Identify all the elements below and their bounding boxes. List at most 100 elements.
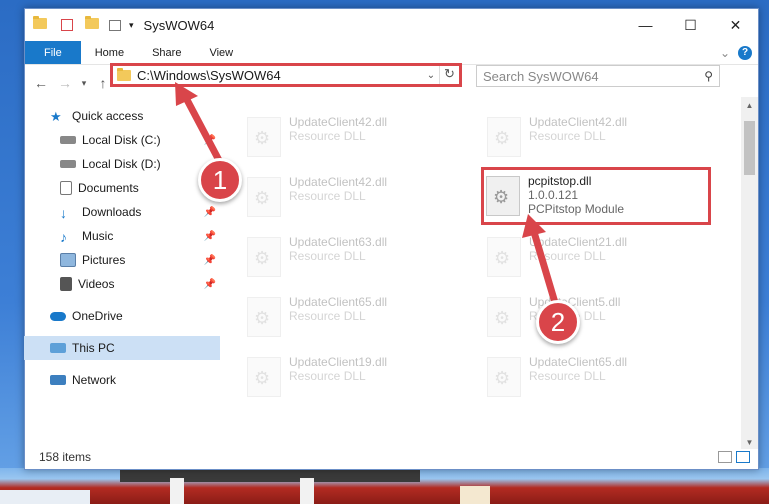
forward-icon[interactable]: →: [53, 75, 77, 91]
new-folder-icon[interactable]: [85, 16, 99, 32]
maximize-button[interactable]: ☐: [668, 9, 713, 41]
expand-ribbon-icon[interactable]: ⌄: [720, 46, 730, 60]
minimize-button[interactable]: —: [623, 9, 668, 41]
sidebar-item-label: Network: [72, 373, 117, 387]
file-tile[interactable]: UpdateClient42.dllResource DLL: [485, 111, 715, 167]
file-type: Resource DLL: [289, 369, 366, 383]
address-path[interactable]: C:\Windows\SysWOW64: [137, 68, 281, 83]
sidebar-item-quick-access[interactable]: ★ Quick access: [24, 104, 220, 128]
drive-icon: [60, 136, 76, 144]
sidebar-item-onedrive[interactable]: OneDrive: [24, 304, 220, 328]
sidebar-item-downloads[interactable]: ↓ Downloads 📌: [24, 200, 220, 224]
sidebar-item-label: Music: [82, 229, 114, 243]
pin-icon[interactable]: 📌: [204, 255, 216, 266]
dll-file-icon: [487, 117, 521, 157]
search-input[interactable]: Search SysWOW64 ⚲: [476, 65, 720, 87]
pin-icon[interactable]: 📌: [204, 207, 216, 218]
sidebar-item-label: Quick access: [72, 109, 144, 123]
sidebar-item-this-pc[interactable]: This PC: [24, 336, 220, 360]
dll-file-icon: [247, 357, 281, 397]
folder-icon: [117, 67, 131, 81]
help-icon[interactable]: ?: [738, 45, 752, 60]
sidebar-item-local-disk-d[interactable]: Local Disk (D:): [24, 152, 220, 176]
file-tile[interactable]: UpdateClient42.dllResource DLL: [245, 111, 475, 167]
file-tile[interactable]: UpdateClient42.dllResource DLL: [245, 171, 475, 227]
drive-icon: [60, 160, 76, 168]
file-type: Resource DLL: [289, 189, 366, 203]
status-bar: 158 items: [25, 445, 758, 469]
file-tile-pcpitstop[interactable]: pcpitstop.dll1.0.0.121PCPitstop Module: [481, 167, 711, 225]
sidebar-item-label: OneDrive: [72, 309, 123, 323]
vertical-scrollbar[interactable]: ▲ ▼: [741, 97, 758, 449]
tab-share[interactable]: Share: [138, 41, 195, 64]
file-type: Resource DLL: [529, 129, 606, 143]
folder-icon: [33, 16, 47, 32]
file-name: UpdateClient63.dll: [289, 235, 388, 249]
ribbon: File Home Share View ⌄ ?: [25, 41, 758, 65]
sidebar-item-music[interactable]: ♪ Music 📌: [24, 224, 220, 248]
file-type: Resource DLL: [289, 249, 366, 263]
properties-icon[interactable]: [61, 19, 73, 31]
file-tile[interactable]: UpdateClient63.dllResource DLL: [245, 231, 475, 287]
address-dropdown-icon[interactable]: ⌄: [423, 70, 439, 81]
sidebar-item-label: Videos: [78, 277, 115, 291]
sidebar-item-network[interactable]: Network: [24, 368, 220, 392]
music-icon: ♪: [60, 229, 67, 245]
tab-file[interactable]: File: [25, 41, 81, 64]
recent-locations-icon[interactable]: ▾: [77, 78, 91, 89]
file-type: Resource DLL: [529, 369, 606, 383]
file-name: pcpitstop.dll: [528, 174, 592, 188]
file-tile[interactable]: UpdateClient5.dllResource DLL: [485, 291, 715, 347]
sidebar-item-label: This PC: [72, 341, 115, 355]
file-name: UpdateClient42.dll: [529, 115, 628, 129]
details-view-icon[interactable]: [718, 451, 732, 463]
file-type: Resource DLL: [289, 129, 366, 143]
file-type: PCPitstop Module: [528, 202, 625, 216]
dll-file-icon: [247, 177, 281, 217]
tab-home[interactable]: Home: [81, 41, 138, 64]
sidebar-item-documents[interactable]: Documents 📌: [24, 176, 220, 200]
tiles-view-icon[interactable]: [736, 451, 750, 463]
file-type: Resource DLL: [529, 249, 606, 263]
step-2-badge: 2: [536, 300, 580, 344]
sidebar-item-label: Pictures: [82, 253, 126, 267]
back-icon[interactable]: ←: [29, 75, 53, 91]
cloud-icon: [50, 311, 66, 321]
pin-icon[interactable]: 📌: [204, 231, 216, 242]
search-placeholder[interactable]: Search SysWOW64: [483, 69, 599, 84]
customize-toolbar-icon[interactable]: ▾: [129, 20, 134, 31]
dll-file-icon: [487, 237, 521, 277]
close-button[interactable]: ✕: [713, 9, 758, 41]
file-tile[interactable]: UpdateClient19.dllResource DLL: [245, 351, 475, 407]
refresh-icon[interactable]: ↻: [439, 66, 459, 84]
view-options-icon[interactable]: [109, 19, 121, 31]
tab-view[interactable]: View: [195, 41, 247, 64]
dll-file-icon: [487, 357, 521, 397]
download-icon: ↓: [60, 205, 67, 221]
file-name: UpdateClient42.dll: [289, 115, 388, 129]
star-icon: ★: [50, 109, 62, 124]
file-name: UpdateClient19.dll: [289, 355, 388, 369]
window-title: SysWOW64: [143, 17, 215, 33]
sidebar-item-pictures[interactable]: Pictures 📌: [24, 248, 220, 272]
file-name: UpdateClient65.dll: [529, 355, 628, 369]
sidebar-item-label: Local Disk (D:): [82, 157, 161, 171]
step-1-badge: 1: [198, 158, 242, 202]
pin-icon[interactable]: 📌: [204, 135, 216, 146]
file-name: UpdateClient65.dll: [289, 295, 388, 309]
scroll-thumb[interactable]: [744, 121, 755, 175]
sidebar-item-videos[interactable]: Videos 📌: [24, 272, 220, 296]
sidebar-item-local-disk-c[interactable]: Local Disk (C:) 📌: [24, 128, 220, 152]
title-bar: ▾ SysWOW64 — ☐ ✕: [25, 9, 758, 41]
file-name: UpdateClient21.dll: [529, 235, 628, 249]
file-tile[interactable]: UpdateClient65.dllResource DLL: [245, 291, 475, 347]
file-tile[interactable]: UpdateClient21.dllResource DLL: [485, 231, 715, 287]
file-list: UpdateClient42.dllResource DLL UpdateCli…: [223, 105, 738, 445]
address-bar[interactable]: C:\Windows\SysWOW64 ⌄ ↻: [110, 63, 462, 87]
pin-icon[interactable]: 📌: [204, 279, 216, 290]
file-tile[interactable]: UpdateClient65.dllResource DLL: [485, 351, 715, 407]
sidebar-item-label: Local Disk (C:): [82, 133, 161, 147]
pictures-icon: [60, 253, 76, 267]
search-icon[interactable]: ⚲: [704, 69, 713, 83]
scroll-up-icon[interactable]: ▲: [741, 101, 758, 110]
